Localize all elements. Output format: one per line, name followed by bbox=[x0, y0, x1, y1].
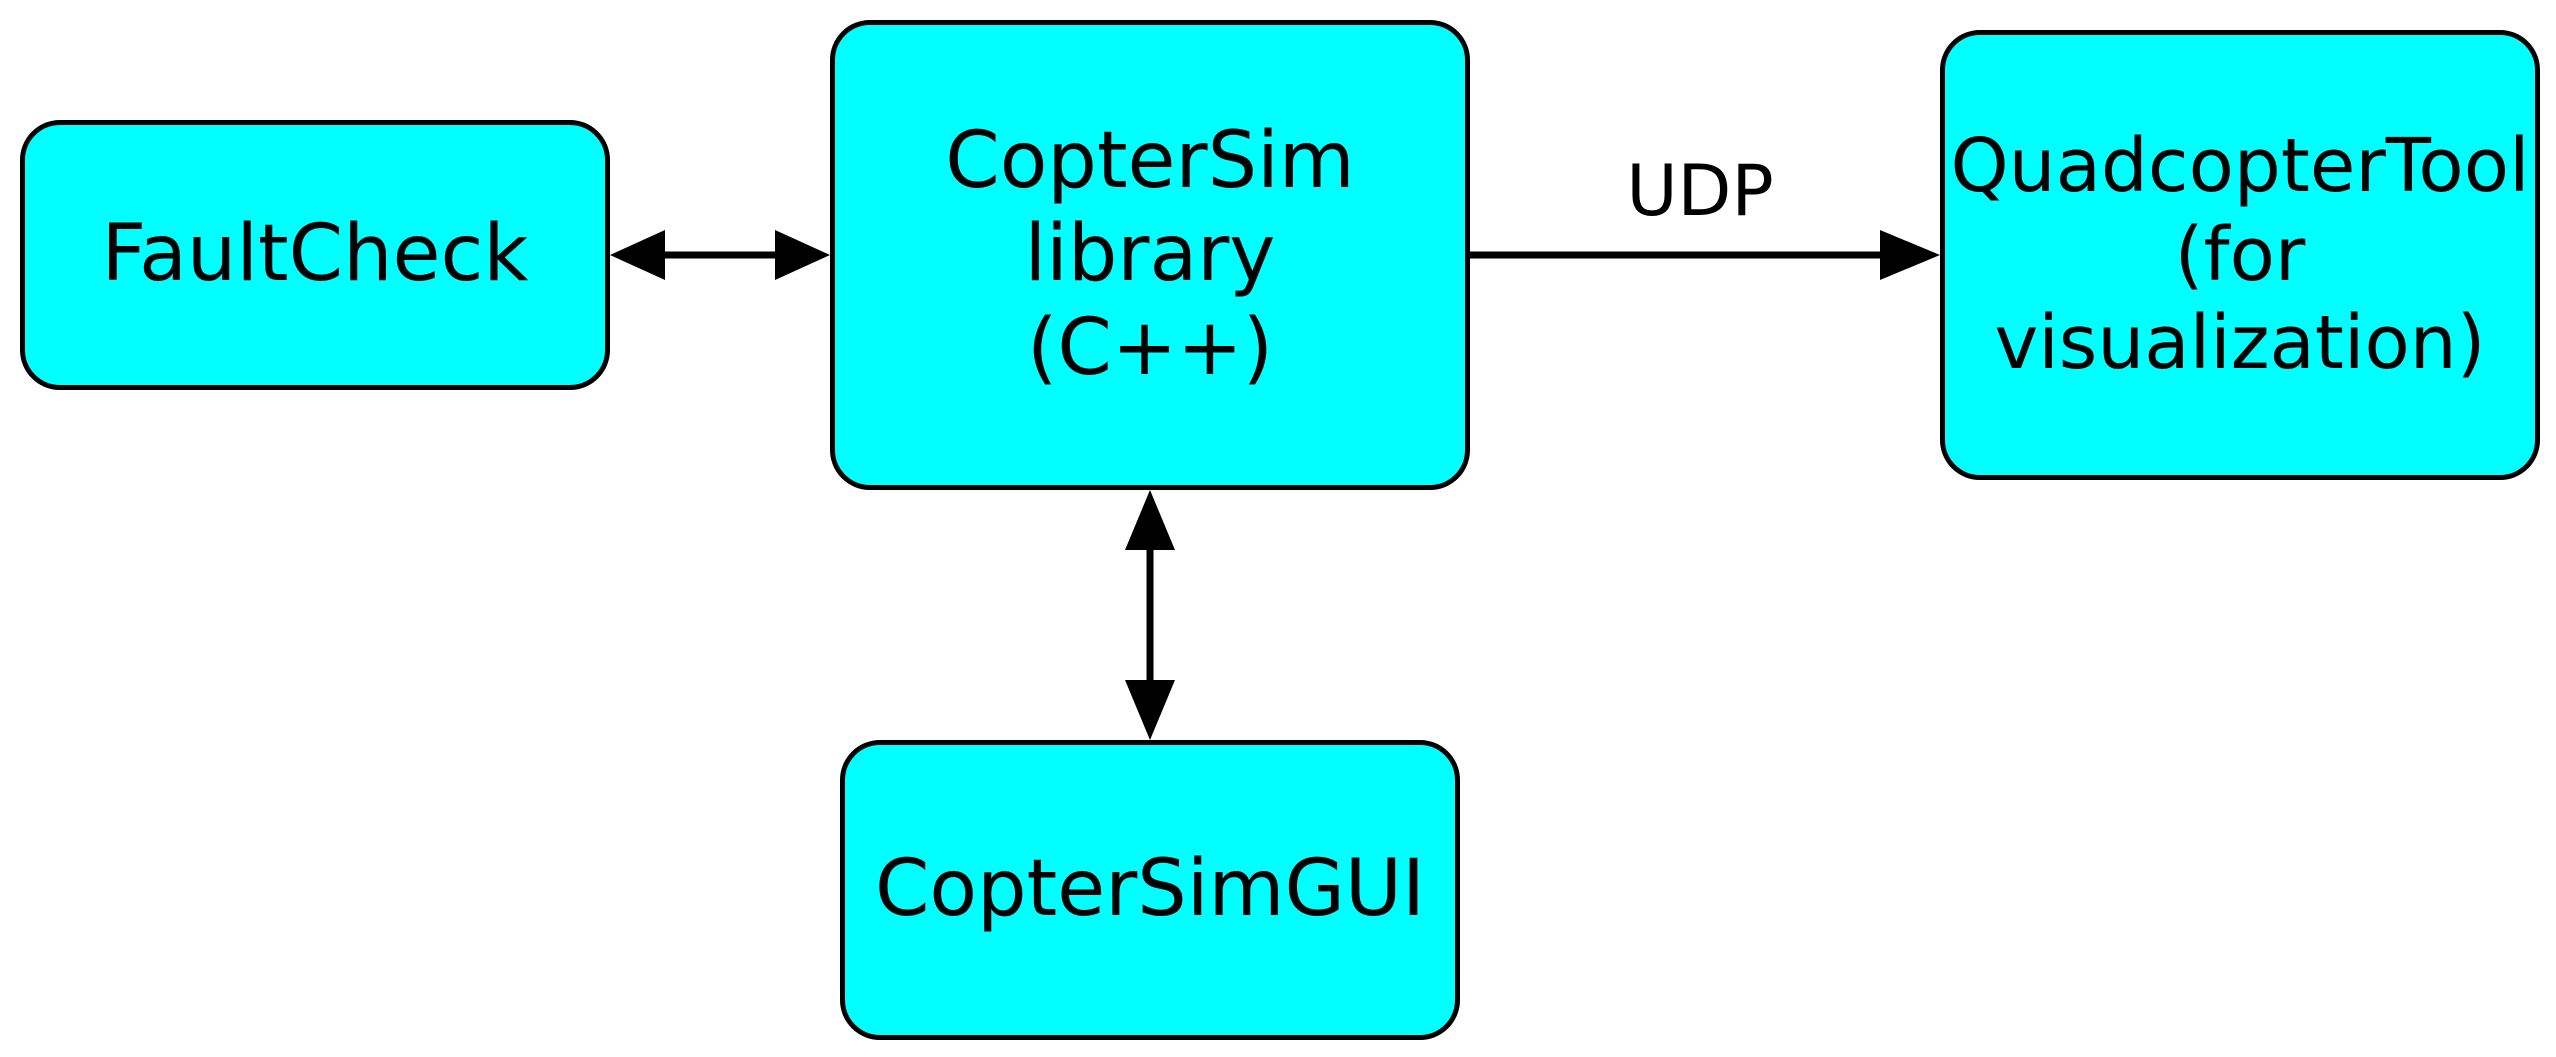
arrow-coptersim-coptersimgui bbox=[1115, 490, 1185, 740]
box-coptersimgui-text: CopterSimGUI bbox=[875, 843, 1425, 937]
text-line: FaultCheck bbox=[101, 208, 528, 302]
box-quadcoptertool: QuadcopterTool (for visualization) bbox=[1940, 30, 2540, 480]
box-coptersim-text: CopterSim library (C++) bbox=[945, 115, 1355, 396]
text-line: QuadcopterTool bbox=[1950, 122, 2529, 211]
box-coptersim-library: CopterSim library (C++) bbox=[830, 20, 1470, 490]
arrow-faultcheck-coptersim bbox=[610, 220, 830, 290]
text-line: CopterSim bbox=[945, 115, 1355, 209]
text-line: (C++) bbox=[945, 302, 1355, 396]
box-faultcheck-text: FaultCheck bbox=[101, 208, 528, 302]
box-coptersimgui: CopterSimGUI bbox=[840, 740, 1460, 1040]
text-line: visualization) bbox=[1950, 299, 2529, 388]
text-line: (for bbox=[1950, 211, 2529, 300]
edge-label-udp: UDP bbox=[1610, 150, 1790, 232]
box-quadcoptertool-text: QuadcopterTool (for visualization) bbox=[1950, 122, 2529, 388]
box-faultcheck: FaultCheck bbox=[20, 120, 610, 390]
diagram-canvas: FaultCheck CopterSim library (C++) Quadc… bbox=[0, 0, 2556, 1057]
text-line: library bbox=[945, 208, 1355, 302]
text-line: CopterSimGUI bbox=[875, 843, 1425, 937]
